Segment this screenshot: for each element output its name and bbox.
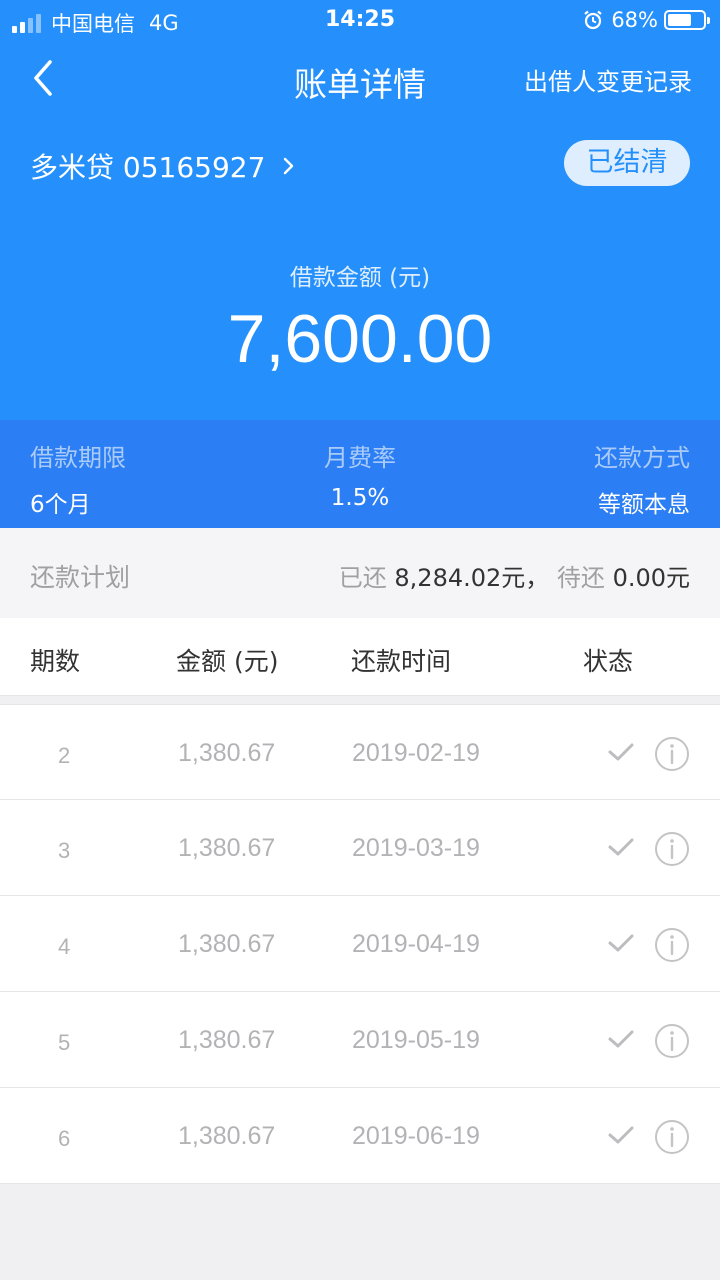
table-row: 3 1,380.67 2019-03-19 <box>0 800 720 896</box>
check-icon <box>608 1030 634 1048</box>
repayment-table: 2 1,380.67 2019-02-19 3 1,380.67 2019-03… <box>0 704 720 1184</box>
row-date: 2019-05-19 <box>352 1026 480 1054</box>
info-icon[interactable] <box>654 927 690 963</box>
row-amount: 1,380.67 <box>178 930 276 958</box>
screen: 中国电信 4G 14:25 68% 账单详情 出借人变更记录 多米贷 05165… <box>0 0 720 1280</box>
paid-label: 已还 <box>338 564 387 592</box>
row-period: 6 <box>58 1126 71 1151</box>
col-header-date: 还款时间 <box>351 647 452 676</box>
row-date: 2019-02-19 <box>352 739 480 767</box>
header: 中国电信 4G 14:25 68% 账单详情 出借人变更记录 多米贷 05165… <box>0 0 720 420</box>
row-amount: 1,380.67 <box>178 739 276 767</box>
amount-value: 7,600.00 <box>227 301 493 377</box>
table-row: 4 1,380.67 2019-04-19 <box>0 896 720 992</box>
info-icon[interactable] <box>654 1119 690 1155</box>
row-period: 4 <box>58 934 71 959</box>
row-period: 3 <box>58 838 71 863</box>
chevron-right-icon <box>284 157 294 175</box>
check-icon <box>608 1126 634 1144</box>
check-icon <box>608 934 634 952</box>
alarm-icon <box>584 10 603 30</box>
col-header-amount: 金额 (元) <box>176 647 279 676</box>
row-amount: 1,380.67 <box>178 1026 276 1054</box>
table-row: 5 1,380.67 2019-05-19 <box>0 992 720 1088</box>
col-header-status: 状态 <box>583 647 634 676</box>
pending-value: 0.00元 <box>612 564 690 592</box>
plan-title: 还款计划 <box>30 563 131 592</box>
term-method-value: 等额本息 <box>598 492 690 518</box>
term-method-label: 还款方式 <box>594 444 690 472</box>
battery-fill <box>668 14 692 26</box>
loan-name-link[interactable]: 多米贷 05165927 <box>30 146 297 186</box>
row-date: 2019-06-19 <box>352 1122 480 1150</box>
plan-totals: 已还 8,284.02元， 待还 0.00元 <box>339 558 690 593</box>
check-icon <box>608 838 634 856</box>
row-date: 2019-03-19 <box>352 834 480 862</box>
paid-value: 8,284.02元， <box>394 564 550 592</box>
repayment-plan-summary: 还款计划 已还 8,284.02元， 待还 0.00元 <box>0 528 720 618</box>
status-right: 68% <box>583 8 710 32</box>
lender-change-log-link[interactable]: 出借人变更记录 <box>524 62 692 97</box>
check-icon <box>608 743 634 761</box>
table-row: 6 1,380.67 2019-06-19 <box>0 1088 720 1184</box>
info-icon[interactable] <box>654 831 690 867</box>
nav-bar: 账单详情 出借人变更记录 <box>0 44 720 116</box>
loan-terms-bar: 借款期限 6个月 月费率 1.5% 还款方式 等额本息 <box>0 420 720 528</box>
battery-percent: 68% <box>611 8 658 32</box>
row-date: 2019-04-19 <box>352 930 480 958</box>
loan-name: 多米贷 05165927 <box>30 151 266 184</box>
amount-label: 借款金额 (元) <box>289 265 431 291</box>
row-amount: 1,380.67 <box>178 834 276 862</box>
row-period: 5 <box>58 1030 71 1055</box>
term-method: 还款方式 等额本息 <box>594 438 690 519</box>
status-bar: 中国电信 4G 14:25 68% <box>0 0 720 40</box>
info-icon[interactable] <box>654 1023 690 1059</box>
table-header: 期数 金额 (元) 还款时间 状态 <box>0 618 720 696</box>
table-row: 2 1,380.67 2019-02-19 <box>0 704 720 800</box>
pending-label: 待还 <box>556 564 605 592</box>
battery-icon <box>664 10 710 30</box>
status-badge: 已结清 <box>564 140 690 186</box>
row-amount: 1,380.67 <box>178 1122 276 1150</box>
col-header-period: 期数 <box>30 647 81 676</box>
info-icon[interactable] <box>654 736 690 772</box>
row-period: 2 <box>58 743 71 768</box>
